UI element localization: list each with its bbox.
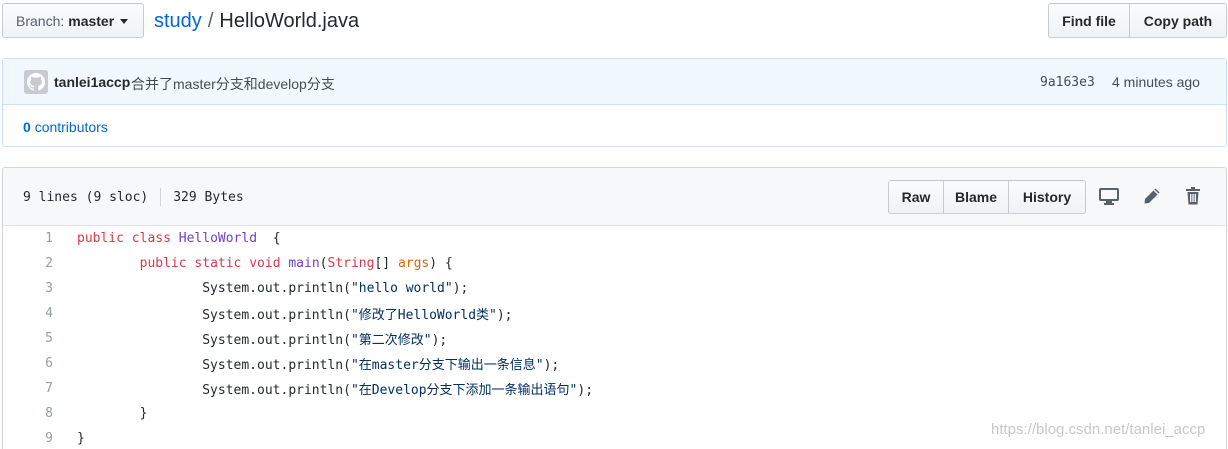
code-token: void (249, 256, 289, 271)
code-token: System.out.println( (77, 333, 351, 348)
copy-path-button[interactable]: Copy path (1129, 3, 1227, 38)
blame-button[interactable]: Blame (943, 180, 1009, 214)
file-size: 329 Bytes (173, 189, 244, 205)
code-token: HelloWorld (178, 231, 258, 246)
branch-select-button[interactable]: Branch: master (2, 3, 144, 38)
code-line: 6 System.out.println("在master分支下输出一条信息")… (3, 351, 1226, 376)
line-content: } (77, 406, 148, 421)
line-number[interactable]: 2 (3, 256, 53, 271)
code-token: ); (543, 358, 560, 373)
code-token: System.out.println( (77, 281, 351, 296)
caret-down-icon (120, 18, 129, 24)
code-token: System.out.println( (77, 358, 351, 373)
code-token: "在master分支下输出一条信息" (350, 358, 544, 373)
code-token: "hello world" (350, 281, 453, 296)
code-token: ); (452, 281, 469, 296)
code-line: 7 System.out.println("在Develop分支下添加一条输出语… (3, 376, 1226, 401)
file-lines-info: 9 lines (9 sloc) (23, 189, 149, 205)
line-number[interactable]: 3 (3, 281, 53, 296)
line-number[interactable]: 9 (3, 431, 53, 446)
github-avatar-icon (27, 73, 45, 91)
code-line: 1 public class HelloWorld { (3, 226, 1226, 251)
branch-label: Branch: (16, 12, 65, 29)
trash-icon[interactable] (1182, 185, 1204, 207)
file-viewer: 9 lines (9 sloc) 329 Bytes Raw Blame His… (2, 167, 1227, 449)
branch-value: master (68, 12, 115, 29)
file-header: 9 lines (9 sloc) 329 Bytes Raw Blame His… (3, 168, 1226, 226)
code-token: class (131, 231, 179, 246)
code-token: ( (319, 256, 328, 271)
line-content: System.out.println("hello world"); (77, 281, 468, 296)
code-view: 1 public class HelloWorld {2 public stati… (3, 226, 1226, 449)
history-button[interactable]: History (1008, 180, 1086, 214)
contributors-count: 0 (23, 119, 31, 135)
code-line: 5 System.out.println("第二次修改"); (3, 326, 1226, 351)
contributors-label: contributors (34, 119, 108, 135)
breadcrumb-file: HelloWorld.java (219, 10, 360, 32)
code-token: ); (431, 333, 448, 348)
code-line: 2 public static void main(String[] args)… (3, 251, 1226, 276)
code-line: 4 System.out.println("修改了HelloWorld类"); (3, 301, 1226, 326)
avatar[interactable] (24, 70, 48, 94)
code-line: 3 System.out.println("hello world"); (3, 276, 1226, 301)
code-token: ); (577, 383, 594, 398)
code-token: } (77, 406, 148, 421)
code-token: "第二次修改" (350, 333, 432, 348)
code-token: } (77, 431, 85, 446)
find-file-button[interactable]: Find file (1048, 3, 1130, 38)
line-number[interactable]: 5 (3, 331, 53, 346)
commit-time: 4 minutes ago (1112, 74, 1200, 90)
line-content: System.out.println("在Develop分支下添加一条输出语句"… (77, 379, 593, 398)
commit-header: tanlei1accp 合并了master分支和develop分支 9a163e… (3, 59, 1226, 105)
code-token: static (194, 256, 250, 271)
line-number[interactable]: 1 (3, 231, 53, 246)
code-token: public (139, 256, 195, 271)
code-token: [] (374, 256, 398, 271)
file-info-divider (160, 188, 162, 206)
commit-sha-link[interactable]: 9a163e3 (1040, 75, 1095, 90)
raw-button[interactable]: Raw (888, 180, 944, 214)
top-bar: Branch: master study / HelloWorld.java Fin… (0, 0, 1228, 42)
breadcrumb-repo-link[interactable]: study (154, 10, 202, 32)
code-token: public (77, 231, 132, 246)
file-nav-button-group: Find file Copy path (1048, 3, 1227, 38)
commit-author-link[interactable]: tanlei1accp (54, 74, 130, 90)
file-info: 9 lines (9 sloc) 329 Bytes (23, 188, 244, 206)
code-token: main (288, 256, 320, 271)
line-number[interactable]: 7 (3, 381, 53, 396)
commit-message-link[interactable]: 合并了master分支和develop分支 (131, 74, 335, 94)
code-token: "在Develop分支下添加一条输出语句" (350, 383, 578, 398)
desktop-icon[interactable] (1098, 185, 1120, 207)
watermark: https://blog.csdn.net/tanlei_accp (991, 421, 1206, 438)
file-actions-button-group: Raw Blame History (888, 180, 1086, 214)
line-content: System.out.println("在master分支下输出一条信息"); (77, 354, 559, 373)
code-token: System.out.println( (77, 383, 351, 398)
line-content: public class HelloWorld { (77, 231, 281, 246)
code-token: "修改了HelloWorld类" (350, 308, 497, 323)
code-token: System.out.println( (77, 308, 351, 323)
line-number[interactable]: 6 (3, 356, 53, 371)
code-token: args (397, 256, 430, 271)
code-token: ) { (429, 256, 453, 271)
line-content: } (77, 431, 85, 446)
code-token: String (327, 256, 375, 271)
line-content: System.out.println("修改了HelloWorld类"); (77, 304, 513, 323)
line-content: System.out.println("第二次修改"); (77, 329, 447, 348)
breadcrumb: study / HelloWorld.java (154, 9, 359, 33)
line-content: public static void main(String[] args) { (77, 256, 453, 271)
contributors-link[interactable]: 0 contributors (23, 119, 108, 135)
code-token: { (257, 231, 281, 246)
code-token: ); (496, 308, 513, 323)
latest-commit-box: tanlei1accp 合并了master分支和develop分支 9a163e… (2, 58, 1227, 147)
breadcrumb-separator: / (207, 10, 214, 32)
line-number[interactable]: 8 (3, 406, 53, 421)
pencil-icon[interactable] (1141, 185, 1163, 207)
line-number[interactable]: 4 (3, 306, 53, 321)
